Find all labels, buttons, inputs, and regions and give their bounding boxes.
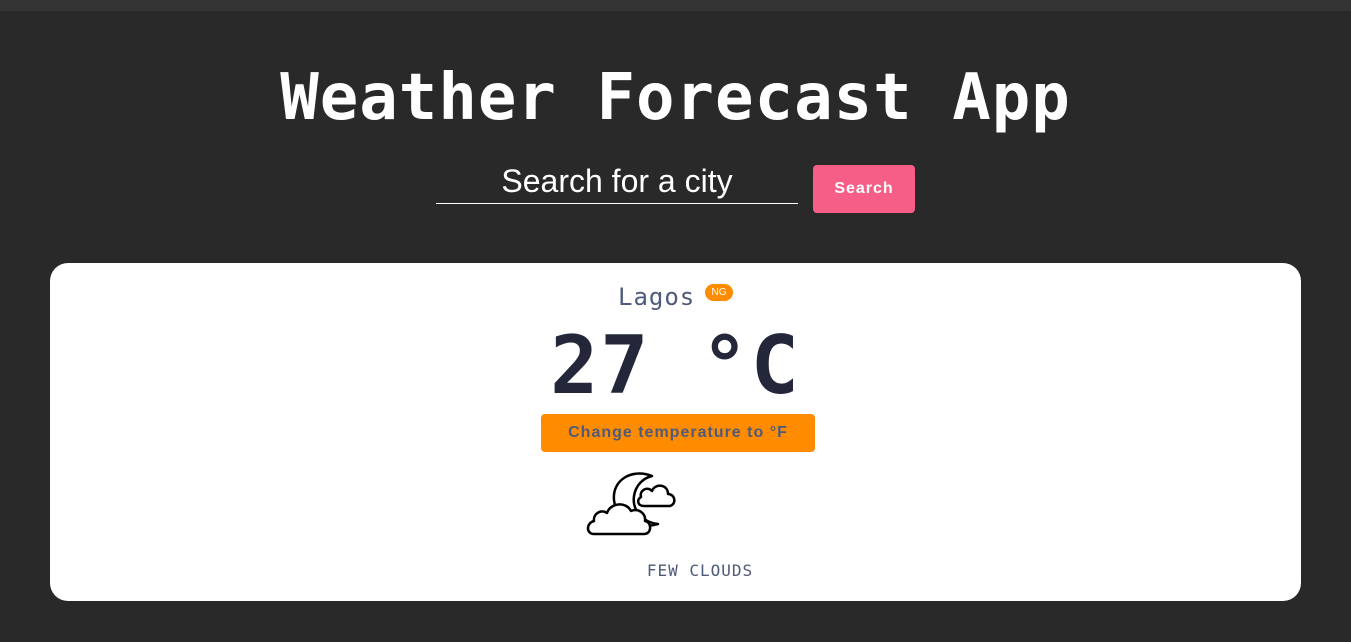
location-row: Lagos NG xyxy=(50,283,1301,313)
weather-description: FEW CLOUDS xyxy=(646,561,754,580)
temperature-value: 27 °C xyxy=(550,319,801,412)
search-input[interactable] xyxy=(436,160,798,204)
search-button[interactable]: Search xyxy=(813,165,915,213)
weather-card: Lagos NG 27 °C Change temperature to °F … xyxy=(50,263,1301,601)
few-clouds-night-icon xyxy=(586,468,680,538)
top-bar xyxy=(0,0,1351,11)
city-name: Lagos xyxy=(618,283,696,311)
toggle-unit-button[interactable]: Change temperature to °F xyxy=(541,414,815,452)
country-badge: NG xyxy=(705,284,733,301)
app-title: Weather Forecast App xyxy=(280,61,1071,135)
